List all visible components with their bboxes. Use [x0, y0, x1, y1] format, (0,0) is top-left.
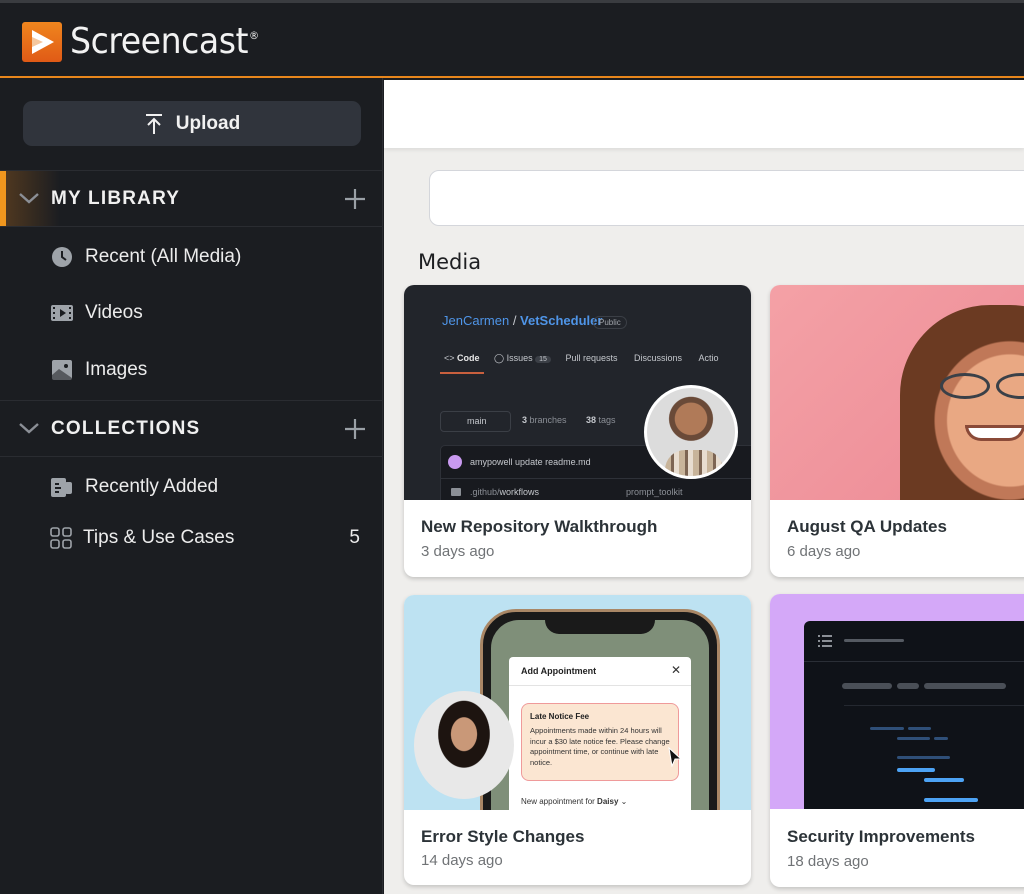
repo-owner: JenCarmen: [442, 313, 510, 328]
media-card[interactable]: JenCarmen / VetScheduler Public <> Code …: [404, 285, 751, 577]
branch-name: main: [467, 416, 487, 426]
screencast-logo[interactable]: Screencast®: [22, 21, 275, 62]
recent-collection-icon: [51, 478, 72, 497]
cursor-icon: [668, 747, 682, 767]
upload-label: Upload: [175, 112, 241, 134]
media-card[interactable]: Add Appointment ✕ Late Notice Fee Appoin…: [404, 595, 751, 885]
image-icon: [52, 360, 72, 380]
folder-row: .github/workflows: [470, 487, 540, 497]
latest-commit: amypowell update readme.md: [470, 457, 591, 467]
tab-issues: Issues: [506, 353, 533, 363]
card-title: New Repository Walkthrough: [421, 517, 658, 536]
issues-count: 15: [535, 356, 551, 363]
media-card[interactable]: August QA Updates 6 days ago: [770, 285, 1024, 577]
visibility-badge: Public: [593, 316, 627, 329]
divider: [440, 478, 751, 479]
late-fee-alert: Late Notice Fee Appointments made within…: [521, 703, 679, 781]
add-collection-icon[interactable]: [344, 418, 366, 440]
tab-actions: Actio: [698, 353, 719, 363]
folder-commit: prompt_toolkit: [626, 487, 683, 497]
tags-info: 38 tags: [586, 415, 616, 425]
card-title: Error Style Changes: [421, 827, 585, 846]
repo-tabs: <> Code ◯ Issues 15 Pull requests Discus…: [444, 353, 719, 363]
presenter-avatar: [414, 691, 514, 799]
glasses: [940, 373, 990, 399]
grid-icon: [50, 527, 72, 549]
section-my-library[interactable]: MY LIBRARY: [0, 170, 383, 227]
app-name: Screencast®: [70, 21, 259, 62]
tab-pull-requests: Pull requests: [565, 353, 618, 363]
media-thumbnail: Add Appointment ✕ Late Notice Fee Appoin…: [404, 595, 751, 810]
main-header: [384, 80, 1024, 148]
sidebar-item-label: Videos: [85, 302, 143, 323]
card-date: 3 days ago: [421, 543, 495, 560]
collection-count: 5: [349, 527, 360, 548]
appointment-dialog: Add Appointment ✕ Late Notice Fee Appoin…: [509, 657, 691, 810]
code-editor-preview: [804, 621, 1024, 809]
phone-notch: [545, 612, 655, 634]
card-title: August QA Updates: [787, 517, 947, 536]
media-thumbnail: [770, 594, 1024, 809]
presenter-photo: [900, 305, 1024, 500]
branches-info: 3 branches: [522, 415, 567, 425]
appointment-for: New appointment for Daisy ⌄: [521, 797, 628, 806]
media-thumbnail: JenCarmen / VetScheduler Public <> Code …: [404, 285, 751, 500]
repo-separator: /: [509, 313, 521, 328]
sidebar-item-label: Recently Added: [85, 476, 219, 497]
upload-button[interactable]: Upload: [23, 101, 361, 146]
video-icon: [51, 305, 73, 321]
active-tab-underline: [440, 372, 484, 374]
tab-discussions: Discussions: [634, 353, 683, 363]
sidebar-item-recent[interactable]: Recent (All Media): [0, 232, 383, 282]
search-input[interactable]: [429, 170, 1024, 226]
chevron-down-icon[interactable]: [18, 421, 40, 435]
list-icon: [818, 635, 832, 647]
sidebar-item-videos[interactable]: Videos: [0, 288, 383, 338]
card-date: 6 days ago: [787, 543, 861, 560]
section-label: MY LIBRARY: [51, 187, 181, 209]
folder-icon: [451, 488, 461, 496]
branch-selector: main: [440, 411, 511, 432]
add-to-library-icon[interactable]: [344, 188, 366, 210]
chevron-down-icon[interactable]: [18, 191, 40, 205]
smile: [965, 425, 1024, 441]
sidebar-item-label: Images: [85, 359, 148, 380]
close-icon: ✕: [670, 663, 681, 677]
presenter-avatar: [644, 385, 738, 479]
dialog-title: Add Appointment: [521, 666, 597, 676]
play-logo-icon: [22, 21, 62, 62]
sidebar-item-tips-use-cases[interactable]: Tips & Use Cases 5: [0, 513, 383, 563]
section-title: Media: [418, 250, 482, 274]
media-card[interactable]: Security Improvements 18 days ago: [770, 594, 1024, 887]
sidebar: Upload MY LIBRARY Recent (All Media) Vid…: [0, 78, 383, 894]
top-bar: Screencast®: [0, 0, 1024, 78]
tab-code: Code: [457, 353, 480, 363]
sidebar-item-images[interactable]: Images: [0, 345, 383, 395]
card-date: 14 days ago: [421, 852, 503, 869]
card-title: Security Improvements: [787, 827, 976, 846]
sidebar-item-label: Recent (All Media): [85, 246, 242, 267]
alert-body: Appointments made within 24 hours will i…: [530, 726, 670, 767]
media-thumbnail: [770, 285, 1024, 500]
clock-icon: [52, 247, 72, 267]
sidebar-item-label: Tips & Use Cases: [83, 527, 235, 548]
main-content: Media JenCarmen / VetScheduler Public <>…: [384, 80, 1024, 894]
section-label: COLLECTIONS: [51, 417, 201, 439]
repo-name: VetScheduler: [520, 313, 603, 328]
upload-icon: [145, 113, 162, 134]
alert-title: Late Notice Fee: [530, 712, 590, 721]
sidebar-item-recently-added[interactable]: Recently Added: [0, 462, 383, 512]
user-avatar: [448, 455, 462, 469]
section-collections[interactable]: COLLECTIONS: [0, 400, 383, 457]
card-date: 18 days ago: [787, 853, 869, 870]
